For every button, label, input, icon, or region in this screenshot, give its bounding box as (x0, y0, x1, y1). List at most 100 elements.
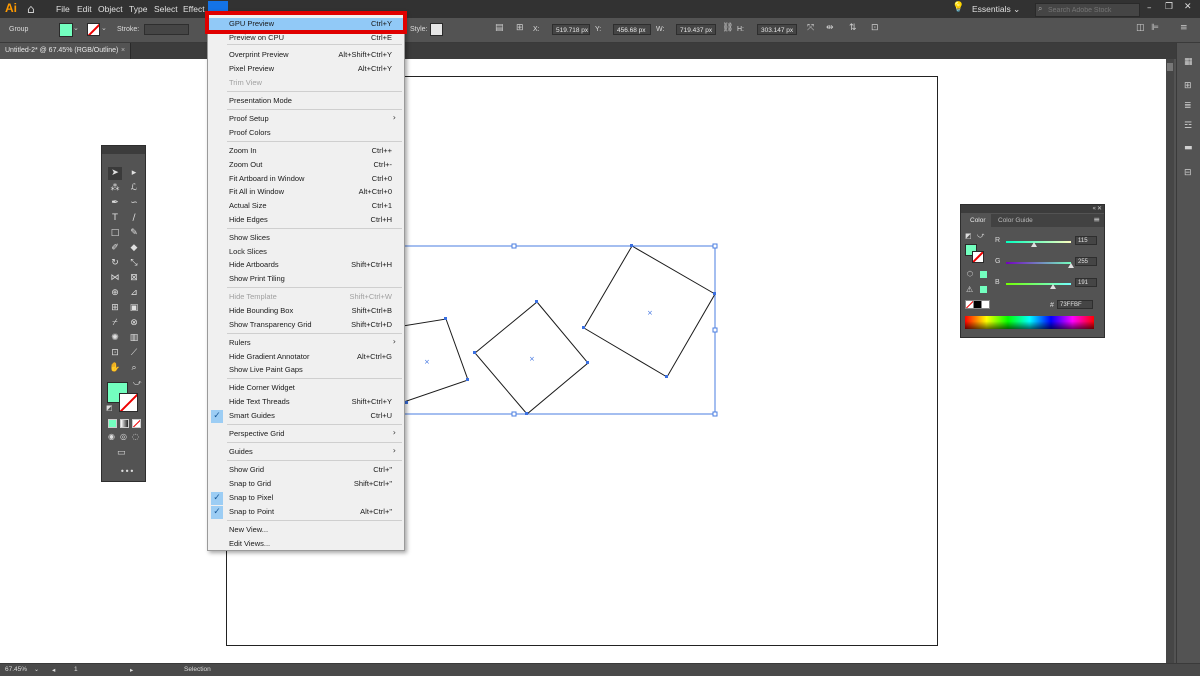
menu-item-guides[interactable]: Guides › (208, 446, 404, 459)
b-value-field[interactable]: 191 (1075, 278, 1097, 287)
menu-item-perspective-grid[interactable]: Perspective Grid › (208, 428, 404, 441)
zoom-level[interactable]: 67.45% (5, 666, 27, 673)
g-slider-thumb[interactable] (1068, 263, 1074, 268)
color-panel-header[interactable]: « ✕ (961, 205, 1104, 213)
maximize-button[interactable]: ❐ (1165, 2, 1173, 12)
panel-menu-icon[interactable]: ≡ (1093, 215, 1100, 224)
curvature-tool-icon[interactable]: ∽ (127, 197, 141, 210)
prev-artboard-icon[interactable]: ◂ (52, 666, 55, 674)
scroll-thumb[interactable] (1167, 63, 1173, 71)
type-tool-icon[interactable]: T (108, 212, 122, 225)
menu-item-snap-to-point[interactable]: ✓ Snap to Point Alt+Ctrl+" (208, 506, 404, 519)
stroke-color-swatch[interactable] (119, 393, 138, 412)
menu-item-presentation-mode[interactable]: Presentation Mode (208, 95, 404, 108)
eraser-tool-icon[interactable]: ◆ (127, 242, 141, 255)
menu-item-new-view[interactable]: New View... (208, 524, 404, 537)
perspective-grid-tool-icon[interactable]: ⊿ (127, 287, 141, 300)
tools-panel-header[interactable] (102, 146, 145, 154)
r-value-field[interactable]: 115 (1075, 236, 1097, 245)
b-slider-thumb[interactable] (1050, 284, 1056, 289)
gradient-mode-icon[interactable] (120, 419, 129, 428)
draw-behind-icon[interactable]: ◎ (120, 432, 127, 441)
color-spectrum[interactable] (965, 316, 1094, 329)
b-slider[interactable] (1006, 283, 1071, 285)
draw-inside-icon[interactable]: ◌ (132, 432, 139, 441)
menu-item-show-slices[interactable]: Show Slices (208, 232, 404, 245)
menu-item-hide-gradient-annotator[interactable]: Hide Gradient Annotator Alt+Ctrl+G (208, 351, 404, 364)
menu-item-hide-bounding-box[interactable]: Hide Bounding Box Shift+Ctrl+B (208, 305, 404, 318)
menu-item-show-grid[interactable]: Show Grid Ctrl+" (208, 464, 404, 477)
menu-item-actual-size[interactable]: Actual Size Ctrl+1 (208, 200, 404, 213)
libraries-icon[interactable]: ≣ (1184, 101, 1192, 111)
artboard-number[interactable]: 1 (74, 666, 78, 673)
menu-item-edit-views[interactable]: Edit Views... (208, 538, 404, 551)
default-colors-icon[interactable]: ◩ (106, 404, 113, 412)
menu-item-fit-artboard-in-window[interactable]: Fit Artboard in Window Ctrl+0 (208, 173, 404, 186)
width-tool-icon[interactable]: ⋈ (108, 272, 122, 285)
gradient-tool-icon[interactable]: ▣ (127, 302, 141, 315)
line-tool-icon[interactable]: ∕ (127, 212, 141, 225)
menu-item-hide-artboards[interactable]: Hide Artboards Shift+Ctrl+H (208, 259, 404, 272)
swatches-icon[interactable]: ⊞ (1184, 81, 1192, 91)
menu-item-snap-to-grid[interactable]: Snap to Grid Shift+Ctrl+" (208, 478, 404, 491)
web-safe-swatch[interactable] (980, 271, 987, 278)
g-slider[interactable] (1006, 262, 1071, 264)
blend-tool-icon[interactable]: ⊗ (127, 317, 141, 330)
menu-item-fit-all-in-window[interactable]: Fit All in Window Alt+Ctrl+0 (208, 186, 404, 199)
menu-icon[interactable]: ≡ (1180, 23, 1188, 33)
out-of-web-gamut-icon[interactable]: ⬡ (967, 270, 973, 278)
menu-item-rulers[interactable]: Rulers › (208, 337, 404, 350)
menu-item-lock-slices[interactable]: Lock Slices (208, 246, 404, 259)
collapse-icon[interactable]: « (1092, 205, 1096, 212)
panel-stroke-swatch[interactable] (972, 251, 984, 263)
color-mode-icon[interactable] (108, 419, 117, 428)
hand-tool-icon[interactable]: ✋ (108, 362, 122, 375)
default-colors-icon[interactable]: ◩ (965, 232, 972, 240)
menu-item-pixel-preview[interactable]: Pixel Preview Alt+Ctrl+Y (208, 63, 404, 76)
menu-item-overprint-preview[interactable]: Overprint Preview Alt+Shift+Ctrl+Y (208, 49, 404, 62)
r-slider[interactable] (1006, 241, 1071, 243)
rotate-tool-icon[interactable]: ↻ (108, 257, 122, 270)
lasso-tool-icon[interactable]: ℒ (127, 182, 141, 195)
white-swatch[interactable] (981, 300, 990, 309)
menu-item-show-transparency-grid[interactable]: Show Transparency Grid Shift+Ctrl+D (208, 319, 404, 332)
slice-tool-icon[interactable]: ⟋ (127, 347, 141, 360)
next-artboard-icon[interactable]: ▸ (130, 666, 133, 674)
tab-color-guide[interactable]: Color Guide (998, 217, 1033, 224)
paintbrush-tool-icon[interactable]: ✎ (127, 227, 141, 240)
scale-tool-icon[interactable]: ⤡ (127, 257, 141, 270)
magic-wand-tool-icon[interactable]: ⁂ (108, 182, 122, 195)
pen-tool-icon[interactable]: ✒ (108, 197, 122, 210)
tab-color[interactable]: Color (961, 214, 991, 227)
column-graph-tool-icon[interactable]: ▥ (127, 332, 141, 345)
selection-tool-icon[interactable]: ➤ (108, 167, 122, 180)
zoom-dropdown-icon[interactable]: ⌄ (34, 666, 39, 673)
rectangle-tool-icon[interactable]: □ (108, 227, 122, 240)
swap-colors-icon[interactable]: ⤻ (133, 378, 142, 388)
menu-item-proof-setup[interactable]: Proof Setup › (208, 113, 404, 126)
properties-icon[interactable]: ⊟ (1184, 168, 1192, 178)
menu-item-show-live-paint-gaps[interactable]: Show Live Paint Gaps (208, 364, 404, 377)
menu-item-hide-corner-widget[interactable]: Hide Corner Widget (208, 382, 404, 395)
zoom-tool-icon[interactable]: ⌕ (127, 362, 141, 375)
shape-builder-tool-icon[interactable]: ⊕ (108, 287, 122, 300)
warning-icon[interactable]: ⚠ (966, 285, 973, 294)
symbol-sprayer-tool-icon[interactable]: ✺ (108, 332, 122, 345)
swap-colors-icon[interactable]: ⤻ (977, 231, 984, 240)
screen-mode-icon[interactable]: ▭ (117, 448, 126, 458)
menu-item-hide-text-threads[interactable]: Hide Text Threads Shift+Ctrl+Y (208, 396, 404, 409)
close-panel-icon[interactable]: ✕ (1097, 205, 1102, 212)
free-transform-tool-icon[interactable]: ⊠ (127, 272, 141, 285)
draw-normal-icon[interactable]: ◉ (108, 432, 115, 441)
r-slider-thumb[interactable] (1031, 242, 1037, 247)
menu-item-zoom-out[interactable]: Zoom Out Ctrl+- (208, 159, 404, 172)
mesh-tool-icon[interactable]: ⊞ (108, 302, 122, 315)
menu-item-proof-colors[interactable]: Proof Colors (208, 127, 404, 140)
eyedropper-tool-icon[interactable]: ⌿ (108, 317, 122, 330)
menu-item-hide-edges[interactable]: Hide Edges Ctrl+H (208, 214, 404, 227)
more-tools-icon[interactable]: ••• (120, 467, 134, 476)
artboard-tool-icon[interactable]: ⊡ (108, 347, 122, 360)
shaper-tool-icon[interactable]: ✐ (108, 242, 122, 255)
vertical-scrollbar[interactable] (1166, 59, 1174, 663)
menu-item-snap-to-pixel[interactable]: ✓ Snap to Pixel (208, 492, 404, 505)
